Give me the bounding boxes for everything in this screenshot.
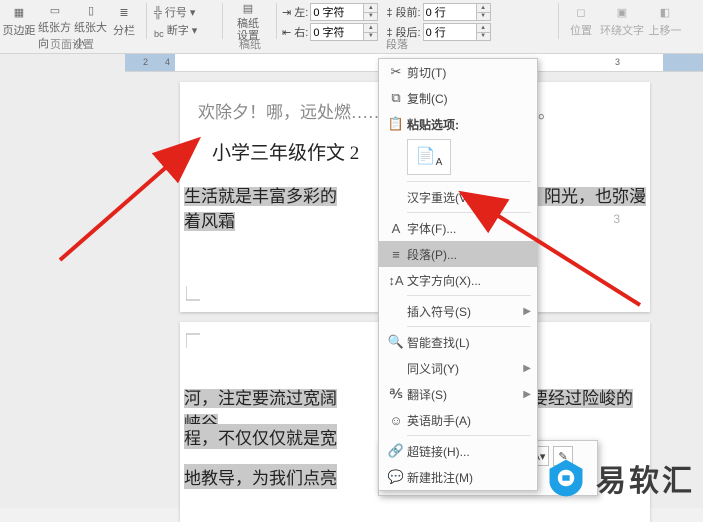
separator (222, 3, 223, 39)
ctx-text-direction[interactable]: ↕A文字方向(X)... (379, 267, 537, 293)
separator (146, 3, 147, 39)
forward-icon: ◧ (657, 4, 673, 20)
ctx-cut[interactable]: ✂剪切(T) (379, 59, 537, 85)
font-icon: A (385, 221, 407, 236)
link-icon: 🔗 (385, 443, 407, 459)
ctx-smart-lookup[interactable]: 🔍智能查找(L) (379, 329, 537, 355)
context-menu: ✂剪切(T) ⧉复制(C) 📋粘贴选项: 📄A 汉字重选(V) A字体(F)..… (378, 58, 538, 491)
position-icon: ◻ (573, 4, 589, 20)
separator (276, 3, 277, 39)
comment-icon: 💬 (385, 469, 407, 485)
menu-separator (407, 326, 531, 327)
watermark-icon (544, 456, 588, 500)
copy-icon: ⧉ (385, 90, 407, 106)
menu-separator (407, 181, 531, 182)
ctx-hyperlink[interactable]: 🔗超链接(H)... (379, 438, 537, 464)
margins-icon: ▦ (11, 4, 27, 20)
size-icon: ▯ (83, 4, 99, 17)
position-button: ◻位置 (564, 2, 598, 44)
doc-paragraph[interactable]: 程，不仅仅仅就是宽 (184, 424, 337, 449)
paste-option-keep-text[interactable]: 📄A (407, 139, 451, 175)
chevron-right-icon: ▶ (523, 389, 531, 400)
clipboard-icon: 📋 (385, 116, 407, 132)
columns-icon: ≣ (116, 4, 132, 20)
indent-left-spinner[interactable]: ⇥ 左:▲▼ (282, 3, 378, 21)
translate-icon: ℁ (385, 386, 407, 402)
menu-separator (407, 435, 531, 436)
ctx-new-comment[interactable]: 💬新建批注(M) (379, 464, 537, 490)
doc-title[interactable]: 小学三年级作文 2 (212, 138, 359, 165)
hyphenation-button[interactable]: bc 断字 ▾ (154, 22, 216, 39)
page-number: 3 (613, 212, 620, 226)
ctx-translate[interactable]: ℁翻译(S)▶ (379, 381, 537, 407)
scissors-icon: ✂ (385, 64, 407, 80)
chevron-right-icon: ▶ (523, 306, 531, 317)
text-direction-icon: ↕A (385, 273, 407, 288)
ctx-synonyms[interactable]: 同义词(Y)▶ (379, 355, 537, 381)
ctx-english-assistant[interactable]: ☺英语助手(A) (379, 407, 537, 433)
separator (558, 3, 559, 39)
ctx-copy[interactable]: ⧉复制(C) (379, 85, 537, 111)
menu-separator (407, 295, 531, 296)
ctx-paste-options-row: 📋粘贴选项: (379, 111, 537, 137)
page-corner (186, 328, 206, 348)
paste-text-icon: 📄A (416, 146, 443, 168)
wrap-text-button: ▣环绕文字 (600, 2, 644, 44)
draft-icon: ▤ (240, 2, 256, 16)
ctx-insert-symbol[interactable]: 插入符号(S)▶ (379, 298, 537, 324)
ctx-paragraph[interactable]: ≡段落(P)... (379, 241, 537, 267)
paragraph-group-label: 段落 (282, 36, 512, 52)
search-icon: 🔍 (385, 334, 407, 350)
page-corner (186, 286, 206, 306)
menu-separator (407, 212, 531, 213)
ctx-font[interactable]: A字体(F)... (379, 215, 537, 241)
paragraph-icon: ≡ (385, 247, 407, 262)
bring-forward-button: ◧上移一 (646, 2, 684, 44)
orientation-icon: ▭ (47, 4, 63, 17)
watermark-text: 易软汇 (596, 456, 695, 500)
chevron-right-icon: ▶ (523, 363, 531, 374)
draft-group-label: 稿纸 (228, 36, 272, 52)
page-setup-group-label: 页面设置 (2, 36, 142, 52)
line-numbers-button[interactable]: ╬ 行号 ▾ (154, 4, 216, 20)
watermark: 易软汇 (544, 456, 695, 500)
wrap-icon: ▣ (614, 4, 630, 20)
spacing-before-spinner[interactable]: ‡ 段前:▲▼ (386, 3, 490, 21)
ctx-reconvert[interactable]: 汉字重选(V) (379, 184, 537, 210)
assistant-icon: ☺ (385, 413, 407, 428)
doc-paragraph[interactable]: 地教导，为我们点亮 (184, 464, 337, 489)
ribbon: ▦页边距 ▭纸张方向 ▯纸张大小 ≣分栏 页面设置 ╬ 行号 ▾ bc 断字 ▾… (0, 0, 703, 54)
